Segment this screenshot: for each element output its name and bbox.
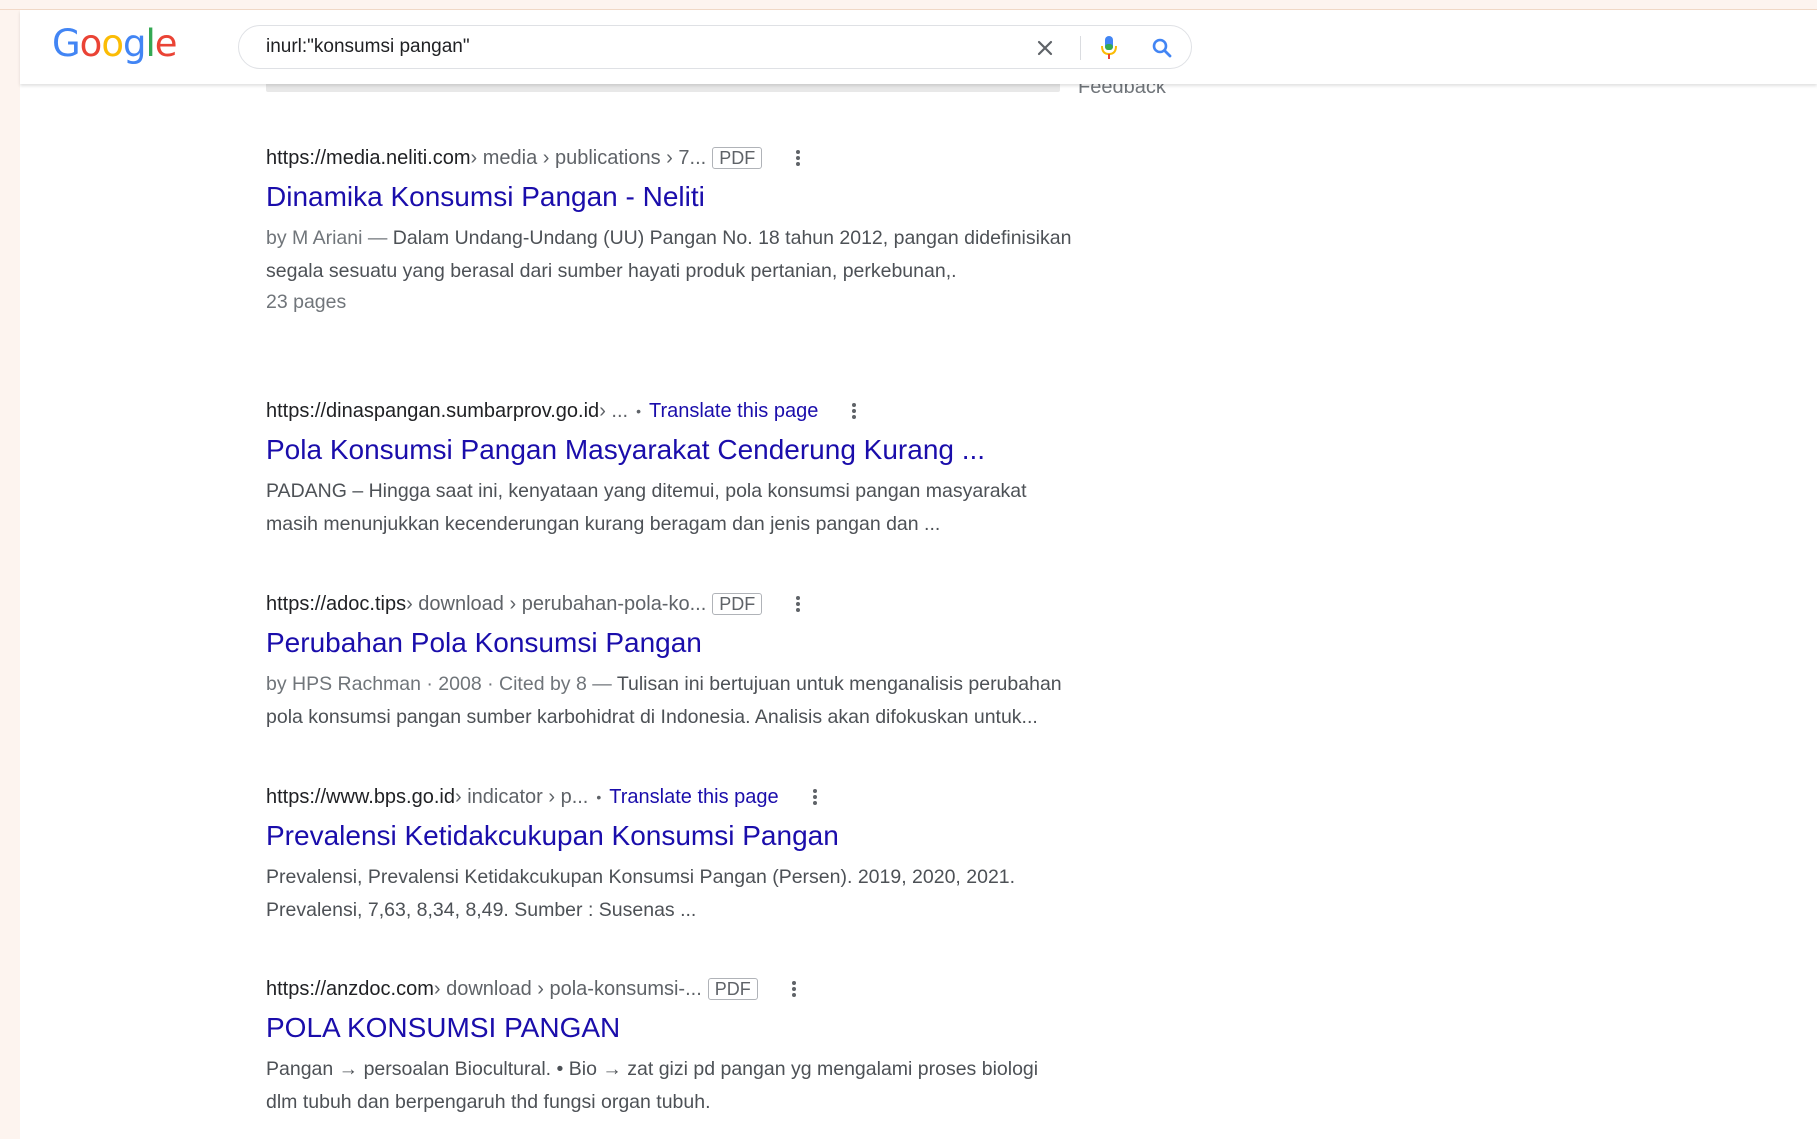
search-results-page: Google F (20, 10, 1817, 1139)
snippet-text: Dalam Undang-Undang (UU) Pangan No. 18 t… (392, 227, 1072, 249)
result-title[interactable]: Prevalensi Ketidakcukupan Konsumsi Panga… (266, 819, 1166, 853)
logo-letter: o (101, 22, 124, 65)
search-result: https://anzdoc.com › download › pola-kon… (266, 977, 1166, 1119)
separator-dot: • (596, 789, 602, 805)
search-result: https://adoc.tips › download › perubahan… (266, 592, 1166, 734)
result-meta: by HPS Rachman · 2008 · Cited by 8 — (266, 673, 617, 695)
close-icon[interactable] (1031, 34, 1059, 62)
search-result: https://media.neliti.com › media › publi… (266, 146, 1166, 316)
separator-dot: • (636, 403, 641, 419)
snippet-text: Tulisan ini bertujuan untuk menganalisis… (616, 673, 1062, 695)
result-site: https://anzdoc.com (266, 978, 434, 1000)
logo-letter: o (79, 22, 103, 65)
more-vert-icon[interactable] (796, 150, 801, 166)
snippet-text: Prevalensi, 7,63, 8,34, 8,49. Sumber : S… (266, 899, 697, 921)
result-url[interactable]: https://media.neliti.com › media › publi… (266, 146, 1166, 170)
search-result: https://dinaspangan.sumbarprov.go.id › .… (266, 399, 1166, 541)
result-snippet: Prevalensi, Prevalensi Ketidakcukupan Ko… (266, 861, 1166, 927)
result-site: https://adoc.tips (266, 593, 407, 615)
result-title[interactable]: Pola Konsumsi Pangan Masyarakat Cenderun… (266, 433, 1166, 467)
snippet-text: PADANG – Hingga saat ini, kenyataan yang… (266, 480, 1027, 502)
snippet-text: Pangan → persoalan Biocultural. • Bio → … (266, 1058, 1039, 1080)
logo-letter: G (52, 22, 81, 65)
result-title[interactable]: Perubahan Pola Konsumsi Pangan (266, 626, 1166, 660)
result-snippet: Pangan → persoalan Biocultural. • Bio → … (266, 1053, 1166, 1119)
result-pages: 23 pages (266, 291, 347, 313)
pdf-badge: PDF (707, 978, 758, 1000)
result-path: › ... (599, 400, 629, 422)
snippet-text: Prevalensi, Prevalensi Ketidakcukupan Ko… (266, 866, 1016, 888)
search-box-divider (1080, 36, 1081, 60)
more-vert-icon[interactable] (812, 789, 817, 805)
mic-icon[interactable] (1095, 34, 1123, 62)
translate-link[interactable]: Translate this page (649, 399, 818, 423)
search-box (238, 25, 1192, 69)
result-site: https://dinaspangan.sumbarprov.go.id (266, 400, 600, 422)
browser-top-edge (0, 0, 1817, 10)
result-path: › download › perubahan-pola-ko... (406, 593, 707, 615)
pdf-badge: PDF (712, 147, 763, 169)
result-path: › download › pola-konsumsi-... (433, 978, 702, 1000)
result-title[interactable]: POLA KONSUMSI PANGAN (266, 1011, 1166, 1045)
pdf-badge: PDF (712, 593, 763, 615)
result-path: › indicator › p... (454, 786, 589, 808)
result-site: https://www.bps.go.id (266, 786, 455, 808)
more-vert-icon[interactable] (796, 596, 801, 612)
search-input[interactable] (266, 35, 1026, 59)
snippet-text: pola konsumsi pangan sumber karbohidrat … (266, 706, 1038, 728)
translate-link[interactable]: Translate this page (609, 785, 778, 809)
result-url[interactable]: https://adoc.tips › download › perubahan… (266, 592, 1166, 616)
snippet-text: segala sesuatu yang berasal dari sumber … (266, 260, 957, 282)
result-meta: by M Ariani — (266, 227, 393, 249)
logo-letter: g (122, 22, 146, 65)
result-title[interactable]: Dinamika Konsumsi Pangan - Neliti (266, 180, 1166, 214)
logo-letter: e (154, 22, 178, 65)
more-vert-icon[interactable] (852, 403, 857, 419)
search-icon[interactable] (1148, 34, 1176, 62)
result-url[interactable]: https://dinaspangan.sumbarprov.go.id › .… (266, 399, 1166, 423)
search-result: https://www.bps.go.id › indicator › p...… (266, 785, 1166, 927)
result-path: › media › publications › 7... (470, 147, 707, 169)
snippet-text: masih menunjukkan kecenderungan kurang b… (266, 513, 941, 535)
snippet-text: dlm tubuh dan berpengaruh thd fungsi org… (266, 1091, 711, 1113)
more-vert-icon[interactable] (791, 981, 796, 997)
result-url[interactable]: https://anzdoc.com › download › pola-kon… (266, 977, 1166, 1001)
google-logo[interactable]: Google (52, 24, 177, 64)
result-url[interactable]: https://www.bps.go.id › indicator › p...… (266, 785, 1166, 809)
feedback-bar (266, 84, 1060, 92)
search-header: Google (20, 10, 1817, 84)
result-snippet: by HPS Rachman · 2008 · Cited by 8 — Tul… (266, 668, 1166, 734)
result-site: https://media.neliti.com (266, 147, 471, 169)
result-snippet: PADANG – Hingga saat ini, kenyataan yang… (266, 475, 1166, 541)
logo-letter: l (145, 22, 155, 65)
result-snippet: by M Ariani — Dalam Undang-Undang (UU) P… (266, 222, 1166, 316)
